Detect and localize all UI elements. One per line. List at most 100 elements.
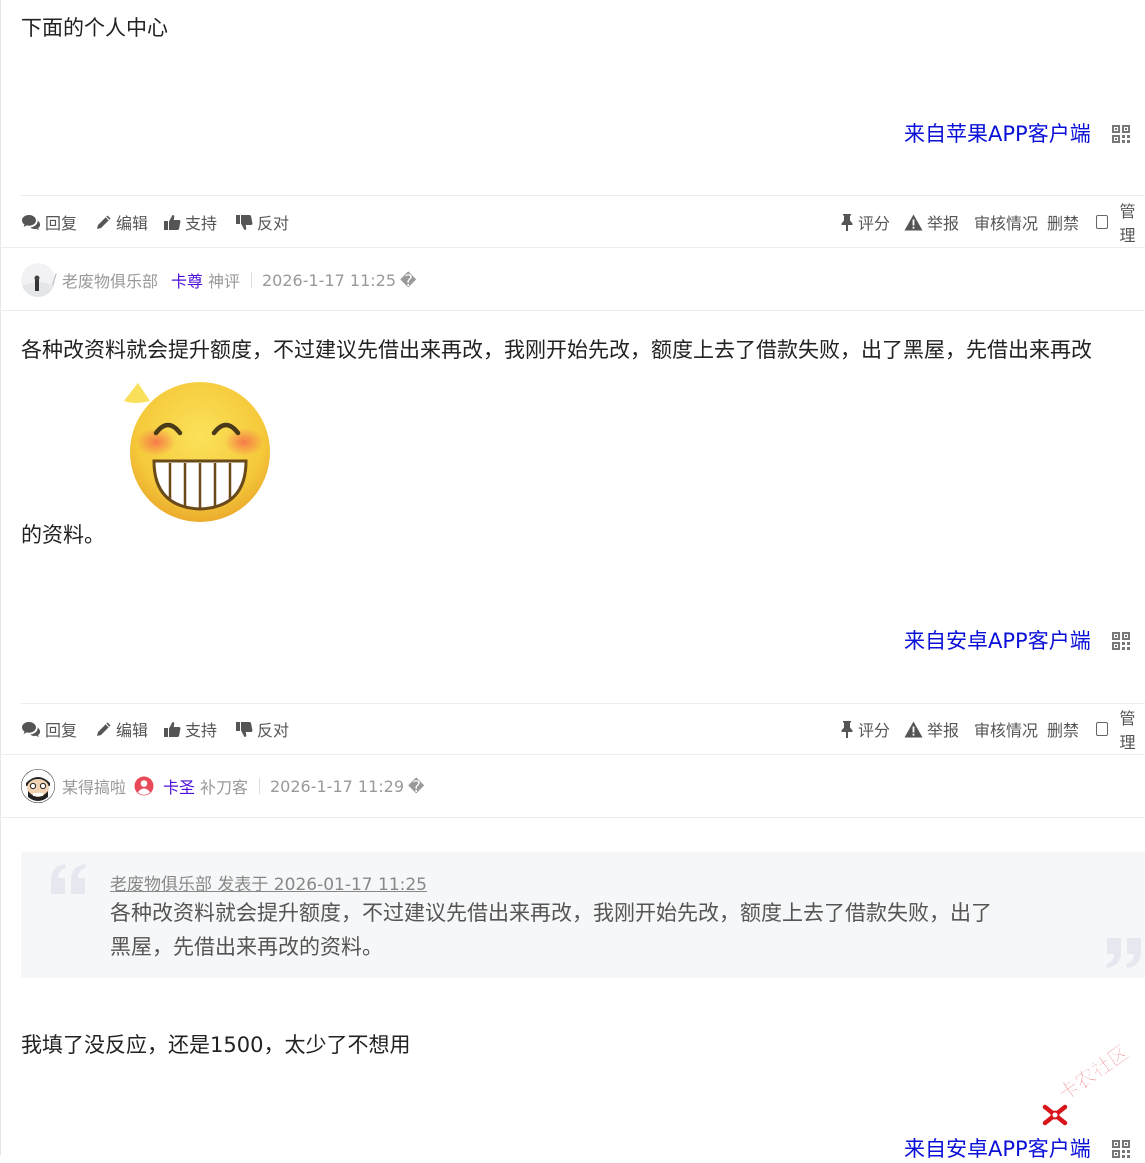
rate-label: 评分 [858, 721, 891, 740]
qr-code-icon[interactable] [1112, 1140, 1130, 1158]
post-3-time: 2026-1-17 11:29 � [270, 766, 424, 806]
post-3-author[interactable]: 某得搞啦 [62, 766, 126, 806]
post-time: 2026-1-17 11:29 [270, 776, 404, 796]
divider [21, 703, 1145, 704]
quote-line2: 黑屋，先借出来再改的资料。 [110, 935, 383, 959]
post-3-source-link[interactable]: 来自安卓APP客户端 [904, 1133, 1091, 1163]
time-suffix: � [400, 270, 417, 290]
support-button[interactable]: 支持 [163, 202, 217, 242]
audit-link[interactable]: 审核情况 [974, 709, 1038, 749]
post-2-meta: / 老废物俱乐部 卡尊 神评 2026-1-17 11:25 � [0, 260, 1145, 300]
post-2-time: 2026-1-17 11:25 � [262, 260, 416, 300]
meta-separator [259, 778, 260, 794]
time-suffix: � [408, 776, 425, 796]
avatar[interactable] [21, 769, 55, 803]
reply-label: 回复 [45, 214, 78, 233]
edit-button[interactable]: 编辑 [95, 709, 148, 749]
manage-label: 管理 [1119, 202, 1136, 245]
thumbs-down-icon [236, 214, 253, 230]
pencil-icon [97, 215, 111, 229]
post-1-source-link[interactable]: 来自苹果APP客户端 [904, 118, 1091, 148]
qr-code-icon[interactable] [1112, 125, 1130, 143]
post-2-avatar[interactable] [21, 260, 55, 300]
thumbs-down-icon [236, 721, 253, 737]
ban-link[interactable]: 删禁 [1047, 202, 1079, 242]
warning-icon [904, 721, 923, 737]
grin-emoji [124, 382, 270, 522]
report-button[interactable]: 举报 [904, 709, 959, 749]
post-2-content-line2: 的资料。 [21, 523, 105, 547]
ban-label: 删禁 [1047, 214, 1080, 233]
content-left-border [0, 0, 1, 1155]
thumbs-up-icon [164, 721, 181, 737]
post-2-author[interactable]: 老废物俱乐部 [62, 260, 158, 300]
avatar[interactable] [21, 263, 55, 297]
comments-icon [22, 215, 41, 230]
user-circle-icon [134, 766, 154, 806]
watermark-logo: 卡农社区 [1040, 1040, 1144, 1134]
support-label: 支持 [185, 214, 218, 233]
post-2-action-bar: 回复 编辑 支持 反对 评分 举报 审核情况 删禁 管理 [0, 709, 1145, 752]
thumbs-up-icon [164, 214, 181, 230]
pin-icon [841, 214, 853, 231]
quote-open-icon [51, 864, 86, 894]
watermark-mark [1042, 1104, 1068, 1126]
edit-button[interactable]: 编辑 [95, 202, 148, 242]
rate-button[interactable]: 评分 [840, 202, 890, 242]
oppose-button[interactable]: 反对 [235, 202, 289, 242]
divider [0, 754, 1145, 755]
oppose-label: 反对 [257, 721, 290, 740]
quote-header-link[interactable]: 老废物俱乐部 发表于 2026-01-17 11:25 [110, 870, 427, 895]
manage-checkbox-label[interactable]: 管理 [1096, 202, 1145, 245]
post-2-title-tag: 神评 [208, 272, 241, 291]
watermark-text: 卡农社区 [1053, 1040, 1134, 1106]
manage-checkbox-label[interactable]: 管理 [1096, 709, 1145, 752]
divider [21, 195, 1145, 196]
audit-label: 审核情况 [974, 214, 1039, 233]
divider [0, 310, 1145, 311]
ban-link[interactable]: 删禁 [1047, 709, 1079, 749]
pencil-icon [97, 722, 111, 736]
quote-close-icon [1106, 938, 1141, 968]
report-label: 举报 [927, 721, 960, 740]
post-3-meta: 某得搞啦 卡圣 补刀客 2026-1-17 11:29 � [0, 766, 1145, 806]
avatar-mark: / [52, 272, 57, 288]
post-2-content-line1: 各种改资料就会提升额度，不过建议先借出来再改，我刚开始先改，额度上去了借款失败，… [21, 338, 1092, 362]
audit-label: 审核情况 [974, 721, 1039, 740]
post-time: 2026-1-17 11:25 [262, 270, 396, 290]
edit-label: 编辑 [116, 721, 149, 740]
post-3-content: 我填了没反应，还是1500，太少了不想用 [21, 1033, 411, 1057]
divider [0, 247, 1145, 248]
oppose-label: 反对 [257, 214, 290, 233]
support-label: 支持 [185, 721, 218, 740]
post-2-source-link[interactable]: 来自安卓APP客户端 [904, 625, 1091, 655]
quote-block: 老废物俱乐部 发表于 2026-01-17 11:25 各种改资料就会提升额度，… [21, 852, 1145, 978]
reply-button[interactable]: 回复 [21, 709, 77, 749]
audit-link[interactable]: 审核情况 [974, 202, 1038, 242]
oppose-button[interactable]: 反对 [235, 709, 289, 749]
post-1-content: 下面的个人中心 [21, 16, 168, 40]
quote-line1: 各种改资料就会提升额度，不过建议先借出来再改，我刚开始先改，额度上去了借款失败，… [110, 901, 992, 925]
report-label: 举报 [927, 214, 960, 233]
warning-icon [904, 214, 923, 230]
reply-label: 回复 [45, 721, 78, 740]
manage-label: 管理 [1119, 709, 1136, 752]
pin-icon [841, 721, 853, 738]
meta-separator [251, 272, 252, 288]
rate-label: 评分 [858, 214, 891, 233]
manage-checkbox[interactable] [1096, 215, 1108, 229]
post-3-title-tag: 补刀客 [200, 778, 249, 797]
reply-button[interactable]: 回复 [21, 202, 77, 242]
divider [0, 817, 1145, 818]
edit-label: 编辑 [116, 214, 149, 233]
qr-code-icon[interactable] [1112, 632, 1130, 650]
manage-checkbox[interactable] [1096, 722, 1108, 736]
post-1-action-bar: 回复 编辑 支持 反对 评分 举报 审核情况 删禁 管理 [0, 202, 1145, 245]
report-button[interactable]: 举报 [904, 202, 959, 242]
post-3-avatar[interactable] [21, 766, 55, 806]
rate-button[interactable]: 评分 [840, 709, 890, 749]
post-2-rank[interactable]: 卡尊 [171, 260, 203, 300]
comments-icon [22, 722, 41, 737]
post-3-rank[interactable]: 卡圣 [163, 766, 195, 806]
support-button[interactable]: 支持 [163, 709, 217, 749]
